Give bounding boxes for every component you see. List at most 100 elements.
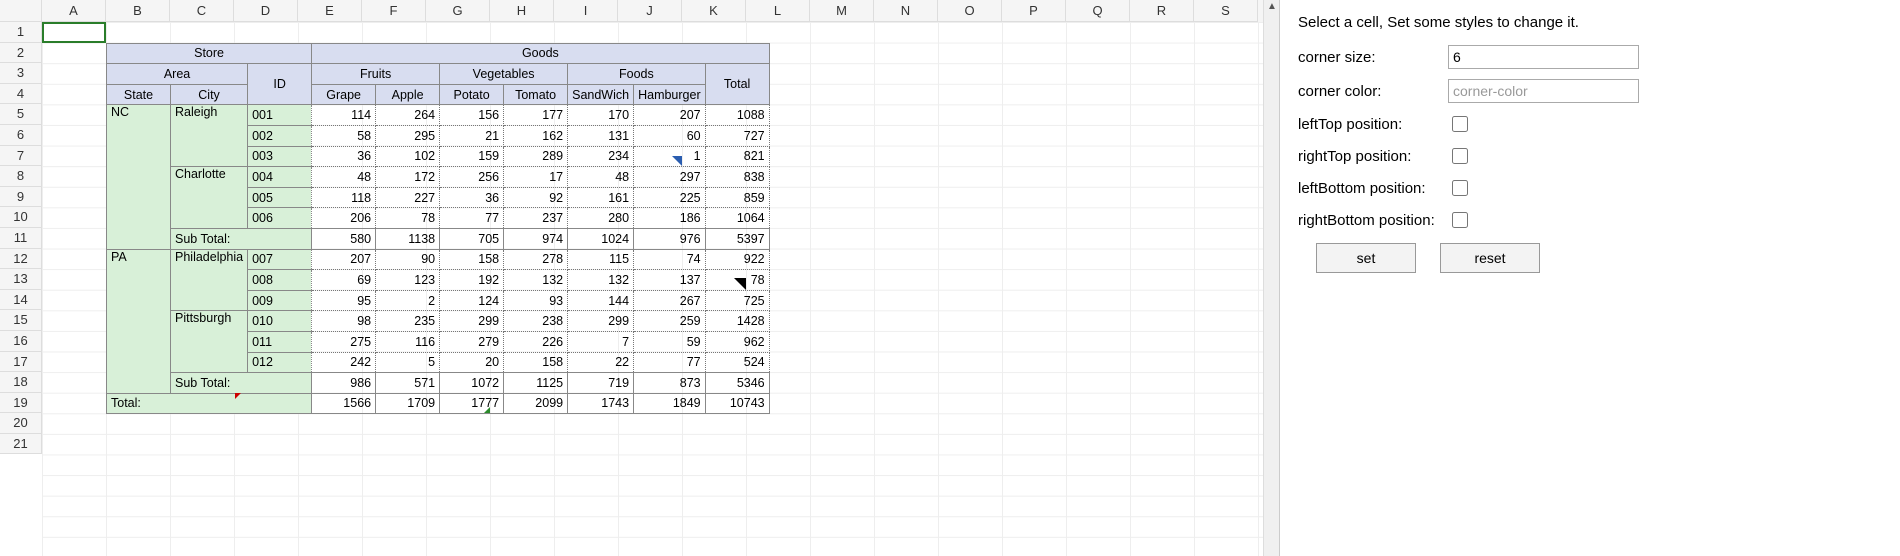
cell[interactable]: 010 [248,311,312,332]
cell[interactable]: 295 [376,125,440,146]
cell[interactable]: 256 [440,167,504,188]
col-header-R[interactable]: R [1130,0,1194,22]
cell[interactable]: 962 [705,331,769,352]
cell[interactable]: 78 [376,208,440,229]
cell[interactable]: Sub Total: [171,228,312,249]
cell[interactable]: 20 [440,352,504,373]
cell[interactable]: 012 [248,352,312,373]
cell[interactable]: Fruits [312,64,440,85]
row-header-20[interactable]: 20 [0,413,42,434]
row-header-10[interactable]: 10 [0,207,42,228]
row-header-7[interactable]: 7 [0,146,42,167]
cell[interactable]: 156 [440,105,504,126]
cell[interactable]: City [171,84,248,105]
cell[interactable]: Hamburger [634,84,706,105]
cell[interactable]: 280 [568,208,634,229]
row-header-18[interactable]: 18 [0,372,42,393]
cell[interactable]: ID [248,64,312,105]
cell[interactable]: 77 [634,352,706,373]
cell[interactable]: 278 [504,249,568,270]
col-header-C[interactable]: C [170,0,234,22]
col-header-F[interactable]: F [362,0,426,22]
cell[interactable]: 102 [376,146,440,167]
col-header-J[interactable]: J [618,0,682,22]
cell[interactable]: 159 [440,146,504,167]
cell[interactable]: 1125 [504,373,568,394]
set-button[interactable]: set [1316,243,1416,273]
cell[interactable]: 132 [504,270,568,291]
cell[interactable]: 1709 [376,393,440,414]
cell[interactable]: Vegetables [440,64,568,85]
row-header-3[interactable]: 3 [0,63,42,84]
row-header-21[interactable]: 21 [0,434,42,455]
cell[interactable]: 22 [568,352,634,373]
cell[interactable]: 10743 [705,393,769,414]
cell[interactable]: 1777 [440,393,504,414]
cell[interactable]: 719 [568,373,634,394]
vertical-scrollbar[interactable]: ▲ [1263,0,1279,556]
col-header-L[interactable]: L [746,0,810,22]
cell[interactable]: 172 [376,167,440,188]
row-header-9[interactable]: 9 [0,187,42,208]
cell[interactable]: 5 [376,352,440,373]
cell[interactable]: 77 [440,208,504,229]
col-header-K[interactable]: K [682,0,746,22]
cell[interactable]: 95 [312,290,376,311]
col-header-A[interactable]: A [42,0,106,22]
cell[interactable]: 227 [376,187,440,208]
cell[interactable]: 5346 [705,373,769,394]
col-header-S[interactable]: S [1194,0,1258,22]
cell[interactable]: 114 [312,105,376,126]
cell[interactable]: Sub Total: [171,373,312,394]
col-header-Q[interactable]: Q [1066,0,1130,22]
cell[interactable]: 259 [634,311,706,332]
cell[interactable]: 267 [634,290,706,311]
cell[interactable]: 838 [705,167,769,188]
col-header-P[interactable]: P [1002,0,1066,22]
cell[interactable]: 1088 [705,105,769,126]
row-header-17[interactable]: 17 [0,352,42,373]
cell[interactable]: 225 [634,187,706,208]
cell[interactable]: 297 [634,167,706,188]
cell[interactable]: 289 [504,146,568,167]
cell[interactable]: 5397 [705,228,769,249]
cell[interactable]: 161 [568,187,634,208]
row-header-19[interactable]: 19 [0,393,42,414]
cell[interactable]: Total: [107,393,312,414]
row-header-1[interactable]: 1 [0,22,42,43]
cell[interactable]: 006 [248,208,312,229]
row-header-11[interactable]: 11 [0,228,42,249]
cell[interactable]: 207 [634,105,706,126]
leftbottom-checkbox[interactable] [1452,180,1468,196]
cell[interactable]: 002 [248,125,312,146]
cell[interactable]: 1138 [376,228,440,249]
cell[interactable]: 1428 [705,311,769,332]
row-header-16[interactable]: 16 [0,331,42,352]
cell[interactable]: 177 [504,105,568,126]
cell[interactable]: 986 [312,373,376,394]
cell[interactable]: 922 [705,249,769,270]
select-all-corner[interactable] [0,0,42,22]
cell[interactable]: 242 [312,352,376,373]
cell[interactable]: 859 [705,187,769,208]
cell[interactable]: 001 [248,105,312,126]
col-header-D[interactable]: D [234,0,298,22]
cell[interactable]: 009 [248,290,312,311]
cell[interactable]: 48 [312,167,376,188]
cell[interactable]: 974 [504,228,568,249]
cell[interactable]: 003 [248,146,312,167]
cell[interactable]: 207 [312,249,376,270]
rightbottom-checkbox[interactable] [1452,212,1468,228]
col-header-M[interactable]: M [810,0,874,22]
cell[interactable]: 1566 [312,393,376,414]
cell[interactable]: Area [107,64,248,85]
cell[interactable]: Philadelphia [171,249,248,311]
cell[interactable]: Raleigh [171,105,248,167]
cell[interactable]: 170 [568,105,634,126]
lefttop-checkbox[interactable] [1452,116,1468,132]
cell[interactable]: 821 [705,146,769,167]
cell[interactable]: 69 [312,270,376,291]
selected-cell[interactable] [42,22,106,43]
row-header-2[interactable]: 2 [0,43,42,64]
row-header-4[interactable]: 4 [0,84,42,105]
